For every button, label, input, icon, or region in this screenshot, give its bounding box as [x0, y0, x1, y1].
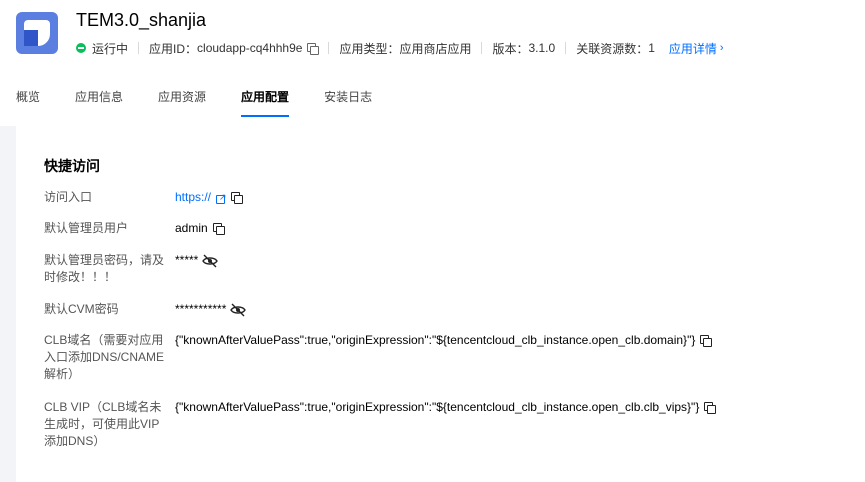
divider [328, 42, 330, 54]
app-details-link[interactable]: 应用详情 [669, 40, 717, 57]
access-entry-label: 访问入口 [44, 190, 93, 204]
divider [481, 42, 483, 54]
resources-label: 关联资源数： [576, 41, 649, 56]
admin-password-text: ***** [175, 253, 199, 267]
app-title: TEM3.0_shanjia [76, 10, 207, 30]
tab-app-config[interactable]: 应用配置 [241, 88, 290, 118]
app-id-label: 应用ID： [149, 41, 198, 56]
tab-app-resources[interactable]: 应用资源 [158, 88, 206, 118]
admin-password-value: ***** [175, 252, 219, 269]
cvm-password-value: *********** [175, 301, 247, 318]
status-running-icon [76, 43, 86, 53]
clb-domain-value: {"knownAfterValuePass":true,"originExpre… [175, 332, 713, 349]
eye-hidden-icon[interactable] [230, 303, 247, 317]
access-entry-link[interactable]: https:// [175, 189, 211, 206]
copy-icon[interactable] [700, 335, 713, 347]
clb-domain-label: CLB域名（需要对应用入口添加DNS/CNAME解析） [44, 333, 165, 381]
eye-hidden-icon[interactable] [202, 254, 219, 268]
app-type-value: 应用商店应用 [399, 41, 472, 56]
copy-icon[interactable] [704, 402, 717, 414]
admin-user-value: admin [175, 220, 225, 237]
app-header: TEM3.0_shanjia 运行中 应用ID： cloudapp-cq4hhh… [0, 0, 865, 126]
tab-app-info[interactable]: 应用信息 [75, 88, 123, 118]
cvm-password-text: *********** [175, 302, 227, 316]
clb-domain-text: {"knownAfterValuePass":true,"originExpre… [175, 333, 696, 347]
divider [138, 42, 140, 54]
admin-user-label: 默认管理员用户 [44, 221, 129, 235]
app-meta: 运行中 应用ID： cloudapp-cq4hhh9e 应用类型： 应用商店应用… [76, 40, 724, 56]
resources-value: 1 [648, 41, 655, 55]
tab-overview[interactable]: 概览 [16, 88, 40, 118]
clb-vip-value: {"knownAfterValuePass":true,"originExpre… [175, 399, 717, 416]
app-type-label: 应用类型： [339, 41, 400, 56]
cvm-password-label: 默认CVM密码 [44, 302, 119, 316]
clb-vip-text: {"knownAfterValuePass":true,"originExpre… [175, 400, 700, 414]
chevron-right-icon: › [719, 42, 724, 54]
app-id-value: cloudapp-cq4hhh9e [197, 41, 303, 55]
admin-user-text: admin [175, 221, 208, 235]
copy-icon[interactable] [307, 42, 320, 55]
version-value: 3.1.0 [528, 41, 556, 55]
divider [565, 42, 567, 54]
admin-password-label: 默认管理员密码，请及时修改！！！ [44, 253, 165, 284]
quick-access-card: 快捷访问 访问入口 https:// 默认管理员用户 admin 默认管理员密码… [16, 126, 865, 482]
external-link-icon[interactable] [216, 189, 227, 206]
clb-vip-label: CLB VIP（CLB域名未生成时，可使用此VIP添加DNS） [44, 400, 162, 448]
section-title: 快捷访问 [44, 158, 100, 174]
tab-bar: 概览 应用信息 应用资源 应用配置 安装日志 [16, 88, 407, 118]
app-logo-icon [16, 12, 58, 54]
tab-install-log[interactable]: 安装日志 [324, 88, 372, 118]
copy-icon[interactable] [231, 192, 244, 204]
copy-icon[interactable] [212, 223, 225, 235]
version-label: 版本： [492, 41, 529, 56]
access-entry-value: https:// [175, 189, 244, 206]
status-text: 运行中 [92, 41, 129, 56]
